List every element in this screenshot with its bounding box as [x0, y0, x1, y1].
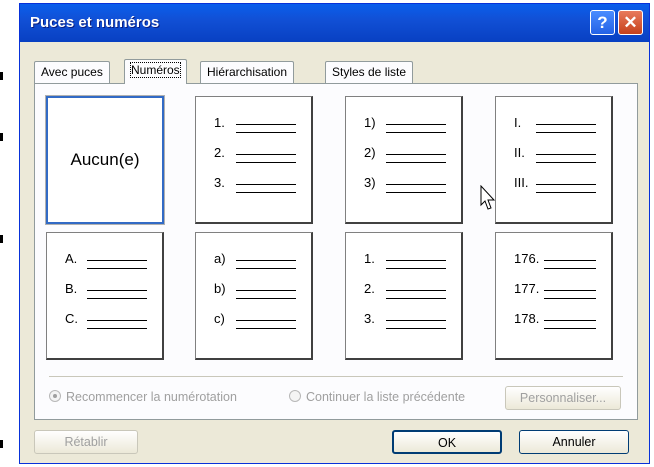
mouse-pointer-icon: [480, 185, 496, 210]
text-line: [544, 268, 596, 269]
list-marker: 1.: [364, 251, 375, 266]
text-line: [236, 328, 296, 329]
text-line: [544, 298, 596, 299]
list-marker: B.: [65, 281, 78, 296]
list-marker: 1): [364, 115, 376, 130]
text-line: [236, 192, 296, 193]
text-line: [386, 268, 446, 269]
text-line: [386, 320, 446, 321]
list-marker: 3.: [214, 175, 225, 190]
text-line: [386, 328, 446, 329]
text-line: [544, 260, 596, 261]
text-line: [544, 290, 596, 291]
numbering-style-none[interactable]: Aucun(e): [45, 95, 165, 225]
list-marker: a): [214, 251, 226, 266]
list-marker: II.: [514, 145, 525, 160]
text-line: [386, 290, 446, 291]
text-line: [386, 184, 446, 185]
text-line: [87, 290, 147, 291]
continue-list-radio[interactable]: Continuer la liste précédente: [289, 390, 465, 404]
list-marker: 3): [364, 175, 376, 190]
numbering-style-continued[interactable]: 176. 177. 178.: [495, 232, 613, 360]
list-marker: 176.: [514, 251, 540, 266]
text-line: [386, 124, 446, 125]
text-line: [236, 124, 296, 125]
list-marker: I.: [514, 115, 522, 130]
list-marker: 178.: [514, 311, 540, 326]
list-marker: c): [214, 311, 225, 326]
list-marker: A.: [65, 251, 78, 266]
title-bar[interactable]: Puces et numéros ? ✕: [20, 4, 649, 42]
divider: [49, 376, 623, 377]
list-marker: 2): [364, 145, 376, 160]
list-marker: 1.: [214, 115, 225, 130]
text-line: [87, 320, 147, 321]
text-line: [236, 184, 296, 185]
numbering-style-dot-number[interactable]: 1. 2. 3.: [195, 96, 313, 224]
text-line: [87, 298, 147, 299]
customize-button[interactable]: Personnaliser...: [505, 386, 621, 410]
edge-mark: [0, 72, 3, 80]
edge-mark: [0, 235, 3, 243]
ok-button[interactable]: OK: [392, 430, 502, 454]
edge-mark: [0, 440, 3, 448]
text-line: [236, 154, 296, 155]
text-line: [544, 328, 596, 329]
text-line: [236, 290, 296, 291]
text-line: [236, 162, 296, 163]
tab-numbers[interactable]: Numéros: [124, 59, 187, 84]
text-line: [236, 132, 296, 133]
text-line: [536, 154, 596, 155]
numbering-style-paren-number[interactable]: 1) 2) 3): [345, 96, 463, 224]
text-line: [386, 192, 446, 193]
text-line: [386, 260, 446, 261]
text-line: [87, 260, 147, 261]
edge-mark: [0, 133, 3, 141]
text-line: [536, 124, 596, 125]
numbering-style-upper-alpha[interactable]: A. B. C.: [46, 232, 164, 360]
list-marker: III.: [514, 175, 529, 190]
list-marker: 177.: [514, 281, 540, 296]
text-line: [236, 268, 296, 269]
list-marker: 3.: [364, 311, 375, 326]
help-icon[interactable]: ?: [590, 10, 615, 35]
text-line: [536, 184, 596, 185]
text-line: [386, 298, 446, 299]
list-marker: 2.: [364, 281, 375, 296]
cancel-button[interactable]: Annuler: [519, 430, 629, 454]
restart-numbering-radio[interactable]: Recommencer la numérotation: [49, 390, 237, 404]
tab-panel: Aucun(e) 1. 2. 3. 1) 2) 3) I. II. III. A. B. C. a) b) c…: [34, 83, 638, 420]
numbering-style-dot-number-2[interactable]: 1. 2. 3.: [345, 232, 463, 360]
list-marker: 2.: [214, 145, 225, 160]
text-line: [536, 132, 596, 133]
list-marker: C.: [65, 311, 78, 326]
text-line: [536, 192, 596, 193]
numbering-style-lower-alpha[interactable]: a) b) c): [195, 232, 313, 360]
text-line: [536, 162, 596, 163]
dialog-title: Puces et numéros: [30, 14, 160, 31]
text-line: [386, 132, 446, 133]
tab-bullets[interactable]: Avec puces: [34, 61, 110, 83]
text-line: [386, 154, 446, 155]
none-style-label: Aucun(e): [70, 150, 140, 169]
tab-list-styles[interactable]: Styles de liste: [325, 61, 414, 83]
text-line: [236, 260, 296, 261]
text-line: [544, 320, 596, 321]
list-marker: b): [214, 281, 226, 296]
text-line: [236, 298, 296, 299]
text-line: [386, 162, 446, 163]
radio-off-icon: [289, 390, 301, 402]
text-line: [87, 268, 147, 269]
close-icon[interactable]: ✕: [618, 10, 643, 35]
text-line: [87, 328, 147, 329]
bullets-numbering-dialog: Puces et numéros ? ✕ Avec puces Numéros …: [19, 3, 650, 464]
numbering-style-roman[interactable]: I. II. III.: [495, 96, 613, 224]
tab-outline[interactable]: Hiérarchisation: [200, 61, 295, 83]
text-line: [236, 320, 296, 321]
reset-button[interactable]: Rétablir: [34, 430, 138, 454]
radio-on-icon: [49, 390, 61, 402]
